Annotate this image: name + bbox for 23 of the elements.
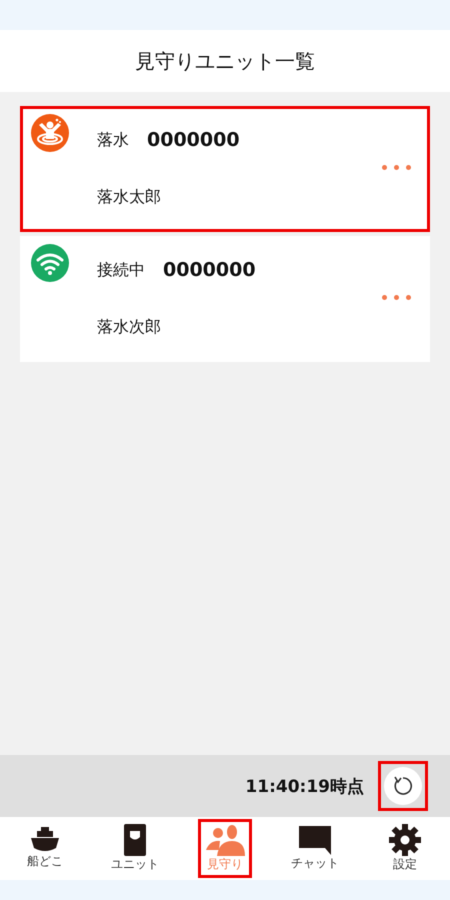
nav-tab[interactable]: ユニット: [90, 817, 180, 880]
ship-icon: [30, 827, 60, 853]
people-icon: [205, 824, 245, 856]
nav-tab[interactable]: 設定: [360, 817, 450, 880]
update-time: 11:40:19時点: [245, 776, 364, 798]
nav-tab[interactable]: チャット: [270, 817, 360, 880]
nav-tab[interactable]: 船どこ: [0, 817, 90, 880]
unit-owner-name: 落水太郎: [96, 186, 162, 208]
unit-card[interactable]: 接続中 0000000 落水次郎: [20, 236, 430, 362]
unit-status: 落水: [97, 130, 129, 150]
chat-icon: [298, 825, 332, 855]
unit-owner-name: 落水次郎: [96, 316, 162, 338]
wifi-icon: [31, 244, 69, 282]
unit-code: 0000000: [163, 259, 256, 281]
unit-status: 接続中: [97, 260, 145, 280]
unit-card[interactable]: 落水 0000000 落水太郎: [20, 106, 430, 232]
swimmer-icon: [31, 114, 69, 152]
refresh-icon: [394, 776, 412, 795]
page-title: 見守りユニット一覧: [135, 48, 315, 74]
device-icon: [124, 824, 146, 856]
unit-code: 0000000: [147, 129, 240, 151]
settings-icon: [389, 824, 421, 856]
refresh-button[interactable]: [378, 761, 428, 811]
